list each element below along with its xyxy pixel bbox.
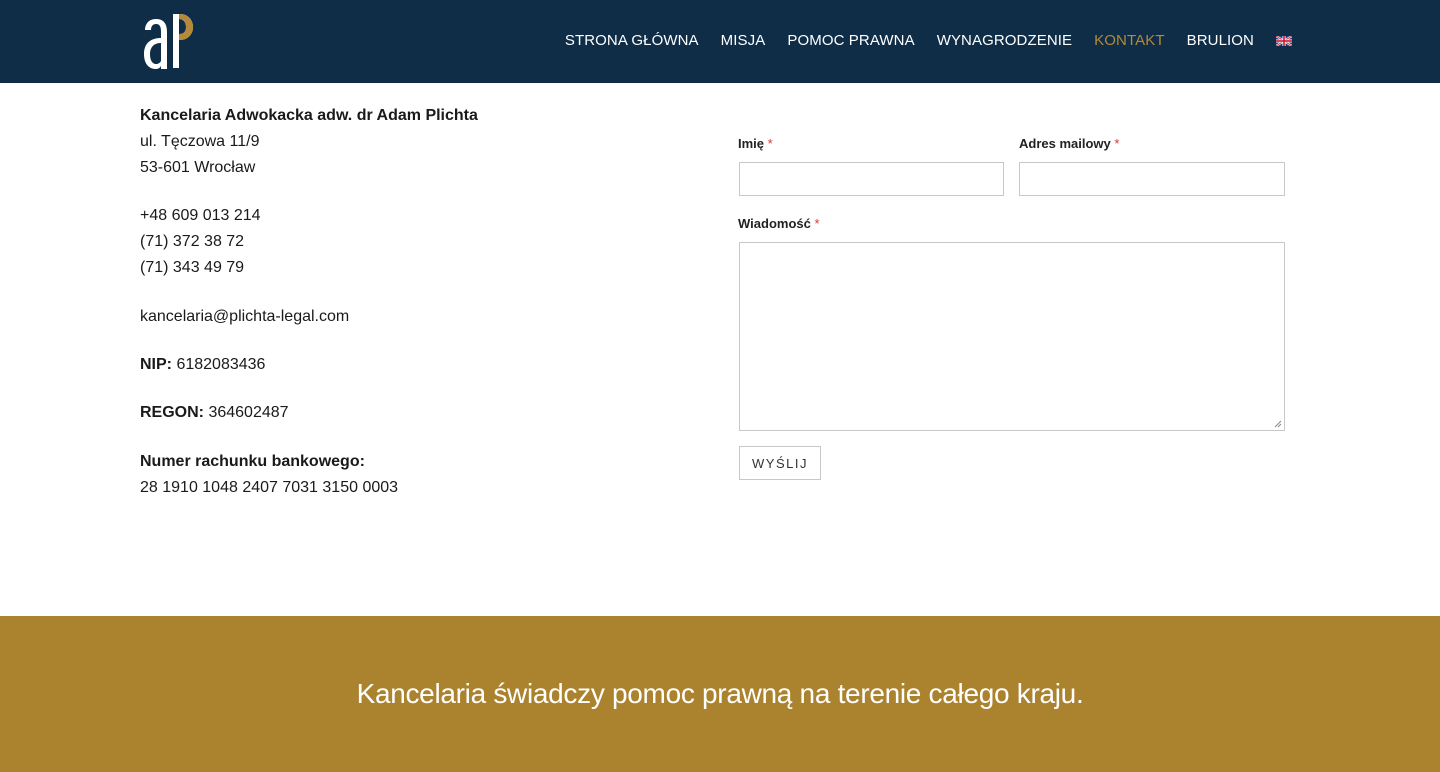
resize-handle-icon[interactable] xyxy=(1274,420,1282,428)
required-mark: * xyxy=(767,136,773,151)
message-label: Wiadomość * xyxy=(738,216,820,231)
nav-item-strona-glowna[interactable]: STRONA GŁÓWNA xyxy=(565,31,699,51)
street-address: ul. Tęczowa 11/9 xyxy=(140,133,260,150)
contact-info: Kancelaria Adwokacka adw. dr Adam Plicht… xyxy=(140,103,700,501)
name-input[interactable] xyxy=(739,162,1004,196)
firm-name: Kancelaria Adwokacka adw. dr Adam Plicht… xyxy=(140,107,478,124)
required-mark: * xyxy=(1114,136,1120,151)
footer-tagline: Kancelaria świadczy pomoc prawną na tere… xyxy=(356,678,1084,709)
nip-line: NIP: 6182083436 xyxy=(140,352,700,378)
email-label: Adres mailowy * xyxy=(1019,136,1120,151)
nip-label: NIP: xyxy=(140,356,172,373)
email-input[interactable] xyxy=(1019,162,1285,196)
phone-2[interactable]: (71) 372 38 72 xyxy=(140,229,700,255)
city-address: 53-601 Wrocław xyxy=(140,159,256,176)
email-link[interactable]: kancelaria@plichta-legal.com xyxy=(140,304,700,330)
nav-item-wynagrodzenie[interactable]: WYNAGRODZENIE xyxy=(937,31,1072,51)
main-nav: STRONA GŁÓWNA MISJA POMOC PRAWNA WYNAGRO… xyxy=(543,31,1292,51)
nip-value: 6182083436 xyxy=(176,356,266,373)
bank-label: Numer rachunku bankowego: xyxy=(140,453,365,470)
regon-value: 364602487 xyxy=(208,404,289,421)
phone-3[interactable]: (71) 343 49 79 xyxy=(140,255,700,281)
phone-1[interactable]: +48 609 013 214 xyxy=(140,203,700,229)
uk-flag-icon[interactable] xyxy=(1276,36,1292,46)
ap-monogram-logo xyxy=(144,14,193,69)
nav-item-misja[interactable]: MISJA xyxy=(721,31,766,51)
required-mark: * xyxy=(814,216,820,231)
bank-account: 28 1910 1048 2407 7031 3150 0003 xyxy=(140,479,399,496)
regon-label: REGON: xyxy=(140,404,204,421)
nav-item-brulion[interactable]: BRULION xyxy=(1187,31,1254,51)
site-header: STRONA GŁÓWNA MISJA POMOC PRAWNA WYNAGRO… xyxy=(0,0,1440,83)
regon-line: REGON: 364602487 xyxy=(140,400,700,426)
message-textarea[interactable] xyxy=(739,242,1285,431)
nav-item-kontakt[interactable]: KONTAKT xyxy=(1094,31,1164,51)
nav-item-pomoc-prawna[interactable]: POMOC PRAWNA xyxy=(787,31,914,51)
footer-banner: Kancelaria świadczy pomoc prawną na tere… xyxy=(0,616,1440,772)
submit-button[interactable]: WYŚLIJ xyxy=(739,446,821,480)
name-label: Imię * xyxy=(738,136,773,151)
